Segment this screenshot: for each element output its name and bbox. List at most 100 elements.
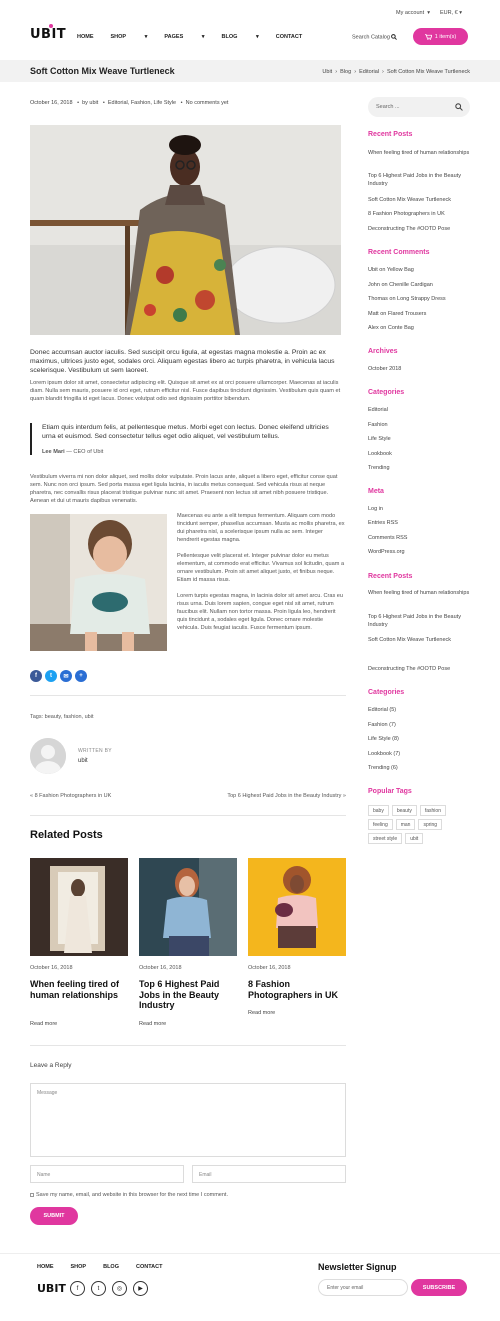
twitter-icon[interactable]: t (91, 1281, 106, 1296)
tag-chip[interactable]: street style (368, 833, 403, 844)
category-item[interactable]: Lookbook (368, 450, 470, 458)
meta-item[interactable]: Comments RSS (368, 534, 470, 542)
footer-nav-shop[interactable]: SHOP (71, 1264, 87, 1270)
category-count-item[interactable]: Editorial (5) (368, 706, 470, 714)
email-icon[interactable]: ✉ (60, 670, 72, 682)
message-textarea[interactable]: Message (30, 1083, 346, 1157)
breadcrumb-blog[interactable]: Blog (340, 69, 351, 75)
tag-chip[interactable]: beauty (391, 805, 417, 816)
recent-comment-item[interactable]: Ubit on Yellow Bag (368, 266, 470, 274)
post-comments[interactable]: No comments yet (186, 100, 229, 106)
written-by-label: WRITTEN BY (78, 748, 112, 754)
footer-logo[interactable]: UBIT (37, 1282, 66, 1295)
facebook-icon[interactable]: f (30, 670, 42, 682)
email-field[interactable]: Email (192, 1165, 346, 1183)
related-title-3[interactable]: 8 Fashion Photographers in UK (248, 979, 348, 1000)
recent-comment-item[interactable]: Alex on Conte Bag (368, 324, 470, 332)
footer-nav-blog[interactable]: BLOG (103, 1264, 119, 1270)
related-read-more-2[interactable]: Read more (139, 1021, 166, 1027)
author-name[interactable]: ubit (78, 758, 88, 764)
recent-post-item[interactable]: 8 Fashion Photographers in UK (368, 210, 470, 218)
logo[interactable]: UBIT (30, 24, 66, 42)
related-image-3[interactable] (248, 858, 346, 956)
subscribe-button[interactable]: SUBSCRIBE (411, 1279, 467, 1296)
recent-post-item[interactable]: Top 6 Highest Paid Jobs in the Beauty In… (368, 613, 470, 629)
next-post-link[interactable]: Top 6 Highest Paid Jobs in the Beauty In… (227, 793, 346, 799)
related-read-more-3[interactable]: Read more (248, 1010, 275, 1016)
nav-contact[interactable]: CONTACT (276, 34, 302, 40)
nav-shop[interactable]: SHOP ▾ (111, 34, 148, 40)
search-icon[interactable] (455, 103, 463, 111)
categories-heading: Categories (368, 389, 405, 396)
recent-comment-item[interactable]: Thomas on Long Strappy Dress (368, 295, 470, 303)
related-title-1[interactable]: When feeling tired of human relationship… (30, 979, 130, 1000)
youtube-icon[interactable]: ▶ (133, 1281, 148, 1296)
meta-item[interactable]: Log in (368, 505, 470, 513)
tag-chip[interactable]: ubit (405, 833, 424, 844)
instagram-icon[interactable]: ◎ (112, 1281, 127, 1296)
meta-item[interactable]: WordPress.org (368, 548, 470, 556)
newsletter-email-input[interactable]: Enter your email (318, 1279, 408, 1296)
submit-button[interactable]: SUBMIT (30, 1207, 78, 1225)
category-item[interactable]: Life Style (368, 435, 470, 443)
post-date: October 16, 2018 (30, 100, 73, 106)
meta-item[interactable]: Entries RSS (368, 519, 470, 527)
category-count-item[interactable]: Fashion (7) (368, 721, 470, 729)
recent-post-item[interactable]: Top 6 Highest Paid Jobs in the Beauty In… (368, 172, 470, 188)
tag-chip[interactable]: spring (418, 819, 443, 830)
side-paragraph-2: Pellentesque velit placerat et. Integer … (177, 553, 345, 583)
category-item[interactable]: Trending (368, 464, 470, 472)
facebook-icon[interactable]: f (70, 1281, 85, 1296)
nav-pages[interactable]: PAGES ▾ (164, 34, 204, 40)
tag-chip[interactable]: baby (368, 805, 389, 816)
tag-chip[interactable]: man (395, 819, 416, 830)
nav-blog[interactable]: BLOG ▾ (222, 34, 259, 40)
meta-heading: Meta (368, 488, 384, 495)
tag-chip[interactable]: fashion (419, 805, 446, 816)
related-title-2[interactable]: Top 6 Highest Paid Jobs in the Beauty In… (139, 979, 239, 1011)
prev-post-link[interactable]: « 8 Fashion Photographers in UK (30, 793, 111, 799)
sidebar-search-input[interactable]: Search ... (368, 97, 470, 117)
plus-icon[interactable]: + (75, 670, 87, 682)
recent-post-item[interactable]: Deconstructing The #OOTD Pose (368, 225, 470, 233)
recent-post-item[interactable]: When feeling tired of human relationship… (368, 589, 470, 597)
breadcrumb-ubit[interactable]: Ubit (322, 69, 332, 75)
related-image-2[interactable] (139, 858, 237, 956)
recent-post-item[interactable]: When feeling tired of human relationship… (368, 149, 470, 157)
currency-selector[interactable]: EUR, € ▾ (440, 10, 462, 16)
archive-item[interactable]: October 2018 (368, 365, 470, 373)
category-item[interactable]: Editorial (368, 406, 470, 414)
related-date-2: October 16, 2018 (139, 965, 182, 971)
topbar: My account ▾ EUR, € ▾ (396, 10, 462, 16)
footer-social: f t ◎ ▶ (70, 1281, 148, 1296)
search-catalog-button[interactable]: Search Catalog (352, 34, 398, 40)
recent-comment-item[interactable]: Matt on Flared Trousers (368, 310, 470, 318)
name-field[interactable]: Name (30, 1165, 184, 1183)
recent-post-item[interactable]: Deconstructing The #OOTD Pose (368, 665, 470, 673)
breadcrumb-editorial[interactable]: Editorial (359, 69, 379, 75)
cookie-checkbox[interactable] (30, 1193, 34, 1197)
footer-nav-contact[interactable]: CONTACT (136, 1264, 162, 1270)
category-item[interactable]: Fashion (368, 421, 470, 429)
my-account-link[interactable]: My account ▾ (396, 10, 430, 16)
post-tags[interactable]: Tags: beauty, fashion, ubit (30, 714, 94, 720)
recent-comment-item[interactable]: John on Chenille Cardigan (368, 281, 470, 289)
post-categories[interactable]: Editorial, Fashion, Life Style (108, 100, 176, 106)
newsletter-heading: Newsletter Signup (318, 1262, 397, 1272)
recent-post-item[interactable]: Soft Cotton Mix Weave Turtleneck (368, 196, 470, 204)
post-author[interactable]: by ubit (82, 100, 98, 106)
category-count-item[interactable]: Trending (6) (368, 764, 470, 772)
side-paragraph-1: Maecenas eu ante a elit tempus fermentum… (177, 513, 345, 543)
category-count-item[interactable]: Lookbook (7) (368, 750, 470, 758)
twitter-icon[interactable]: t (45, 670, 57, 682)
cart-button[interactable]: 1 item(s) (413, 28, 468, 45)
footer-nav-home[interactable]: HOME (37, 1264, 54, 1270)
recent-post-item[interactable]: Soft Cotton Mix Weave Turtleneck (368, 636, 470, 644)
nav-home[interactable]: HOME (77, 34, 94, 40)
related-image-1[interactable] (30, 858, 128, 956)
category-count-item[interactable]: Life Style (8) (368, 735, 470, 743)
tag-cloud: baby beauty fashion feeling man spring s… (368, 805, 458, 844)
related-read-more-1[interactable]: Read more (30, 1021, 57, 1027)
tag-chip[interactable]: feeling (368, 819, 393, 830)
leave-reply-heading: Leave a Reply (30, 1062, 72, 1069)
